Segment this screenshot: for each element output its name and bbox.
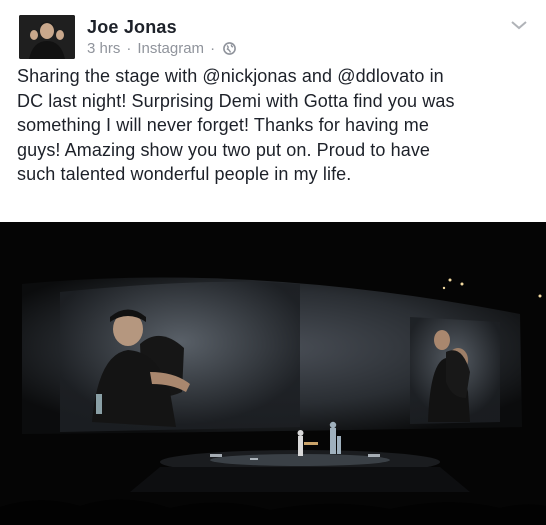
post-text-line: something I will never forget! Thanks fo…: [17, 115, 429, 135]
post-source[interactable]: Instagram: [137, 40, 204, 57]
facebook-post: Joe Jonas 3 hrs · Instagram · Sharing th…: [0, 0, 546, 525]
post-text-line: guys! Amazing show you two put on. Proud…: [17, 139, 431, 160]
separator-dot: ·: [210, 40, 216, 57]
post-text-line: Sharing the stage with @nickjonas and @d…: [17, 66, 444, 86]
post-text-line: DC last night! Surprising Demi with Gott…: [17, 90, 455, 111]
separator-dot: ·: [126, 40, 132, 57]
author-avatar[interactable]: [19, 15, 75, 59]
post-header: Joe Jonas 3 hrs · Instagram ·: [0, 0, 546, 62]
post-text-line: such talented wonderful people in my lif…: [17, 164, 352, 184]
post-photo[interactable]: [0, 222, 546, 525]
post-text: Sharing the stage with @nickjonas and @d…: [17, 64, 532, 187]
post-timestamp[interactable]: 3 hrs: [87, 40, 120, 57]
chevron-down-icon[interactable]: [510, 18, 528, 32]
globe-icon[interactable]: [223, 42, 236, 55]
author-name[interactable]: Joe Jonas: [87, 17, 177, 38]
post-meta: 3 hrs · Instagram ·: [87, 40, 236, 57]
